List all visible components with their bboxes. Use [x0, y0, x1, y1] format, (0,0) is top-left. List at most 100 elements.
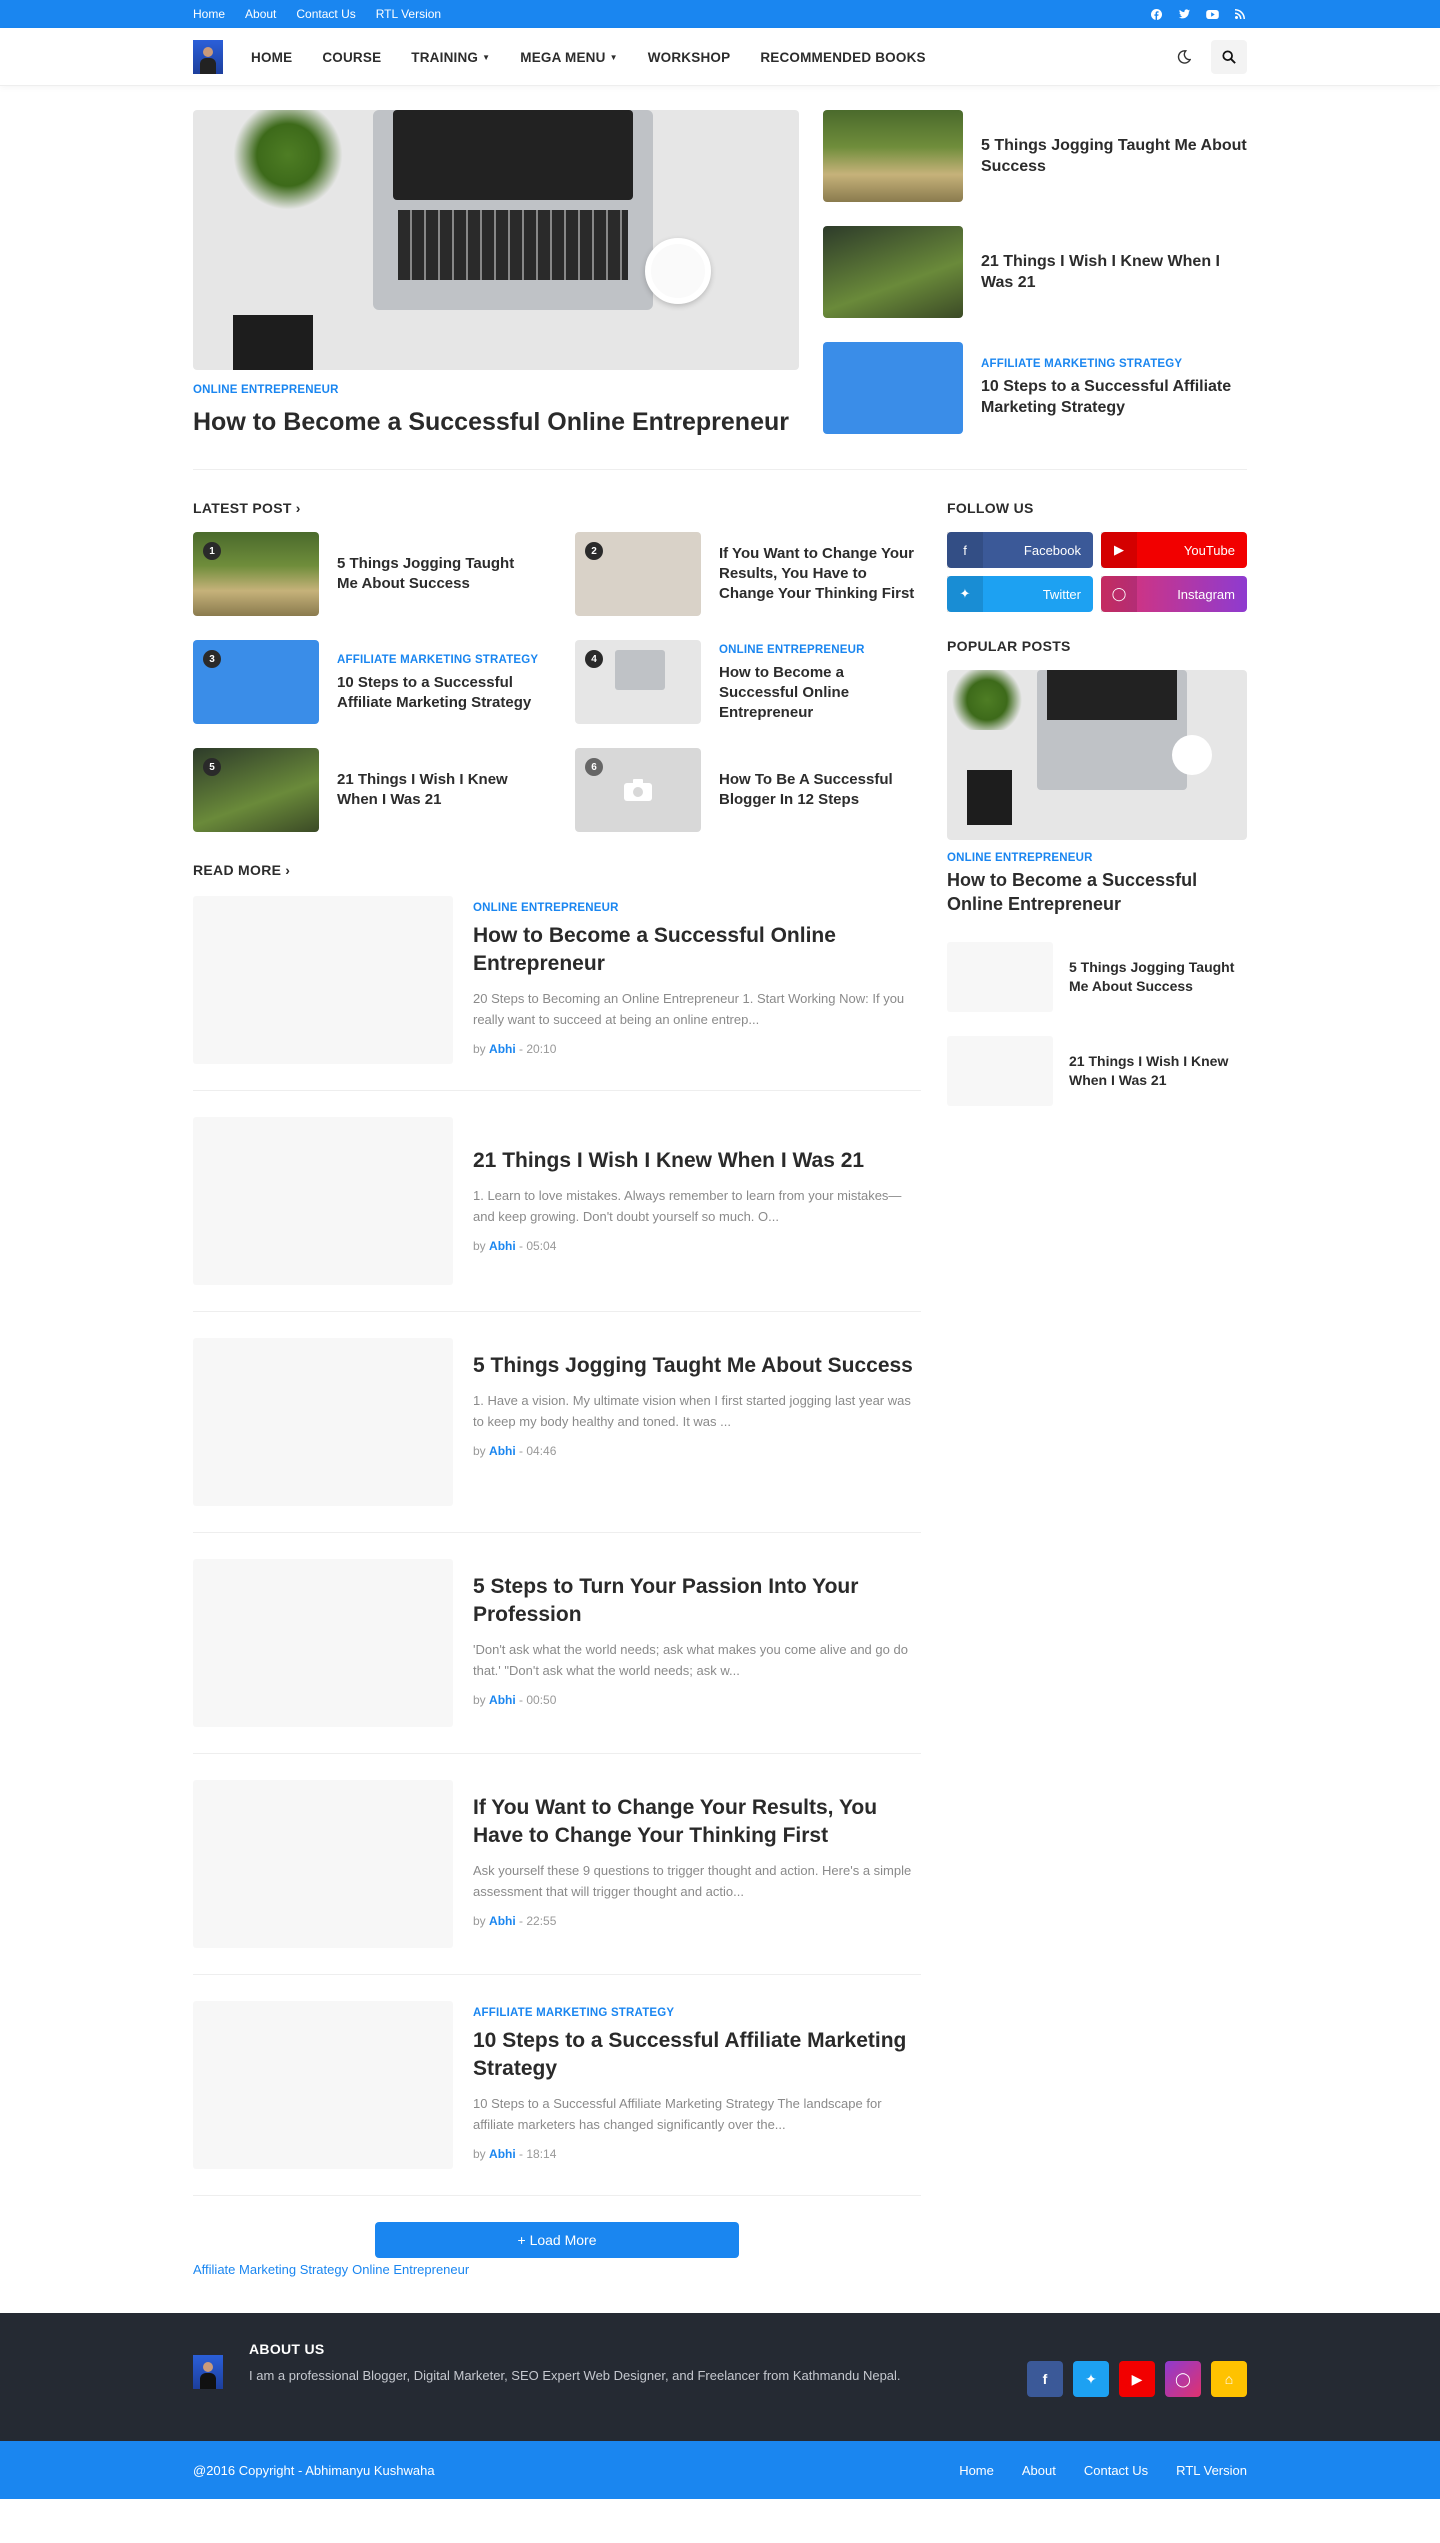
post-author[interactable]: Abhi [489, 1693, 516, 1707]
hero-side-item[interactable]: AFFILIATE MARKETING STRATEGY 10 Steps to… [823, 342, 1247, 434]
top-link-contact[interactable]: Contact Us [296, 7, 355, 21]
post-thumbnail[interactable] [823, 110, 963, 202]
post-item[interactable]: 5 Things Jogging Taught Me About Success… [193, 1338, 921, 1533]
post-title[interactable]: 21 Things I Wish I Knew When I Was 21 [981, 251, 1247, 293]
post-thumbnail[interactable] [823, 226, 963, 318]
post-author[interactable]: Abhi [489, 1444, 516, 1458]
popular-post-item[interactable]: 5 Things Jogging Taught Me About Success [947, 942, 1247, 1012]
search-button[interactable] [1211, 40, 1247, 74]
dark-mode-toggle[interactable] [1169, 42, 1199, 72]
post-title[interactable]: 10 Steps to a Successful Affiliate Marke… [337, 673, 539, 713]
twitter-follow-button[interactable]: ✦ Twitter [947, 576, 1093, 612]
post-title[interactable]: 5 Things Jogging Taught Me About Success [1069, 958, 1247, 996]
nav-item-workshop[interactable]: WORKSHOP [648, 50, 731, 65]
popular-post-title[interactable]: How to Become a Successful Online Entrep… [947, 868, 1247, 916]
twitter-icon[interactable]: ✦ [1073, 2361, 1109, 2397]
post-thumbnail[interactable] [947, 1036, 1053, 1106]
nav-item-home[interactable]: HOME [251, 50, 292, 65]
youtube-icon[interactable]: ▶ [1119, 2361, 1155, 2397]
latest-post-item[interactable]: 6 How To Be A Successful Blogger In 12 S… [575, 748, 921, 832]
label-link[interactable]: Affiliate Marketing Strategy [193, 2262, 348, 2277]
latest-post-item[interactable]: 3 AFFILIATE MARKETING STRATEGY 10 Steps … [193, 640, 539, 724]
post-thumbnail[interactable] [823, 342, 963, 434]
popular-post-item[interactable]: 21 Things I Wish I Knew When I Was 21 [947, 1036, 1247, 1106]
nav-item-course[interactable]: COURSE [322, 50, 381, 65]
nav-item-recommended-books[interactable]: RECOMMENDED BOOKS [760, 50, 925, 65]
facebook-icon[interactable]: f [1027, 2361, 1063, 2397]
instagram-follow-button[interactable]: ◯ Instagram [1101, 576, 1247, 612]
post-category[interactable]: AFFILIATE MARKETING STRATEGY [473, 2007, 921, 2019]
hero-side-item[interactable]: 21 Things I Wish I Knew When I Was 21 [823, 226, 1247, 318]
post-title[interactable]: 5 Things Jogging Taught Me About Success [981, 135, 1247, 177]
latest-post-heading[interactable]: LATEST POST › [193, 500, 921, 516]
post-thumbnail[interactable]: 2 [575, 532, 701, 616]
footer-link-rtl[interactable]: RTL Version [1176, 2463, 1247, 2478]
top-link-about[interactable]: About [245, 7, 276, 21]
post-item[interactable]: 21 Things I Wish I Knew When I Was 21 1.… [193, 1117, 921, 1312]
post-thumbnail[interactable]: 3 [193, 640, 319, 724]
hero-title[interactable]: How to Become a Successful Online Entrep… [193, 406, 799, 439]
post-title[interactable]: If You Want to Change Your Results, You … [719, 544, 921, 604]
site-logo[interactable] [193, 40, 223, 74]
footer-link-contact[interactable]: Contact Us [1084, 2463, 1148, 2478]
post-thumbnail[interactable] [193, 1559, 453, 1727]
post-thumbnail[interactable]: 6 [575, 748, 701, 832]
label-link[interactable]: Online Entrepreneur [352, 2262, 469, 2277]
post-title[interactable]: 21 Things I Wish I Knew When I Was 21 [1069, 1052, 1247, 1090]
post-title[interactable]: 5 Things Jogging Taught Me About Success [337, 554, 539, 594]
post-author[interactable]: Abhi [489, 1239, 516, 1253]
popular-post-category[interactable]: ONLINE ENTREPRENEUR [947, 852, 1247, 864]
twitter-icon[interactable] [1177, 7, 1191, 21]
latest-post-item[interactable]: 5 21 Things I Wish I Knew When I Was 21 [193, 748, 539, 832]
post-category[interactable]: AFFILIATE MARKETING STRATEGY [337, 651, 539, 669]
post-title[interactable]: 21 Things I Wish I Knew When I Was 21 [337, 770, 539, 810]
post-item[interactable]: If You Want to Change Your Results, You … [193, 1780, 921, 1975]
post-thumbnail[interactable]: 5 [193, 748, 319, 832]
post-thumbnail[interactable]: 1 [193, 532, 319, 616]
facebook-follow-button[interactable]: f Facebook [947, 532, 1093, 568]
footer-link-home[interactable]: Home [959, 2463, 994, 2478]
post-thumbnail[interactable]: 4 [575, 640, 701, 724]
nav-item-mega-menu[interactable]: MEGA MENU ▼ [520, 50, 617, 65]
latest-post-item[interactable]: 2 If You Want to Change Your Results, Yo… [575, 532, 921, 616]
hero-side-item[interactable]: 5 Things Jogging Taught Me About Success [823, 110, 1247, 202]
post-title[interactable]: How To Be A Successful Blogger In 12 Ste… [719, 770, 921, 810]
post-item[interactable]: AFFILIATE MARKETING STRATEGY 10 Steps to… [193, 2001, 921, 2196]
post-item[interactable]: 5 Steps to Turn Your Passion Into Your P… [193, 1559, 921, 1754]
post-thumbnail[interactable] [193, 2001, 453, 2169]
post-category[interactable]: ONLINE ENTREPRENEUR [719, 641, 921, 659]
post-title[interactable]: 5 Steps to Turn Your Passion Into Your P… [473, 1573, 921, 1629]
post-title[interactable]: How to Become a Successful Online Entrep… [719, 663, 921, 723]
latest-post-item[interactable]: 4 ONLINE ENTREPRENEUR How to Become a Su… [575, 640, 921, 724]
post-category[interactable]: AFFILIATE MARKETING STRATEGY [981, 358, 1247, 370]
youtube-follow-button[interactable]: ▶ YouTube [1101, 532, 1247, 568]
post-title[interactable]: How to Become a Successful Online Entrep… [473, 922, 921, 978]
instagram-icon[interactable]: ◯ [1165, 2361, 1201, 2397]
load-more-button[interactable]: + Load More [375, 2222, 739, 2258]
hero-main-post[interactable]: ONLINE ENTREPRENEUR How to Become a Succ… [193, 110, 799, 439]
top-link-rtl[interactable]: RTL Version [376, 7, 441, 21]
post-thumbnail[interactable] [193, 896, 453, 1064]
post-title[interactable]: 5 Things Jogging Taught Me About Success [473, 1352, 921, 1380]
facebook-icon[interactable] [1149, 7, 1163, 21]
popular-post-image[interactable] [947, 670, 1247, 840]
latest-post-item[interactable]: 1 5 Things Jogging Taught Me About Succe… [193, 532, 539, 616]
hero-image[interactable] [193, 110, 799, 370]
footer-link-about[interactable]: About [1022, 2463, 1056, 2478]
post-author[interactable]: Abhi [489, 2147, 516, 2161]
read-more-heading[interactable]: READ MORE › [193, 862, 921, 878]
post-thumbnail[interactable] [193, 1338, 453, 1506]
post-author[interactable]: Abhi [489, 1042, 516, 1056]
post-title[interactable]: 10 Steps to a Successful Affiliate Marke… [473, 2027, 921, 2083]
rss-icon[interactable] [1233, 7, 1247, 21]
youtube-icon[interactable] [1205, 7, 1219, 21]
post-author[interactable]: Abhi [489, 1914, 516, 1928]
post-title[interactable]: If You Want to Change Your Results, You … [473, 1794, 921, 1850]
post-title[interactable]: 21 Things I Wish I Knew When I Was 21 [473, 1147, 921, 1175]
post-item[interactable]: ONLINE ENTREPRENEUR How to Become a Succ… [193, 896, 921, 1091]
top-link-home[interactable]: Home [193, 7, 225, 21]
post-category[interactable]: ONLINE ENTREPRENEUR [473, 902, 921, 914]
post-thumbnail[interactable] [947, 942, 1053, 1012]
rss-icon[interactable]: ⌂ [1211, 2361, 1247, 2397]
post-thumbnail[interactable] [193, 1117, 453, 1285]
